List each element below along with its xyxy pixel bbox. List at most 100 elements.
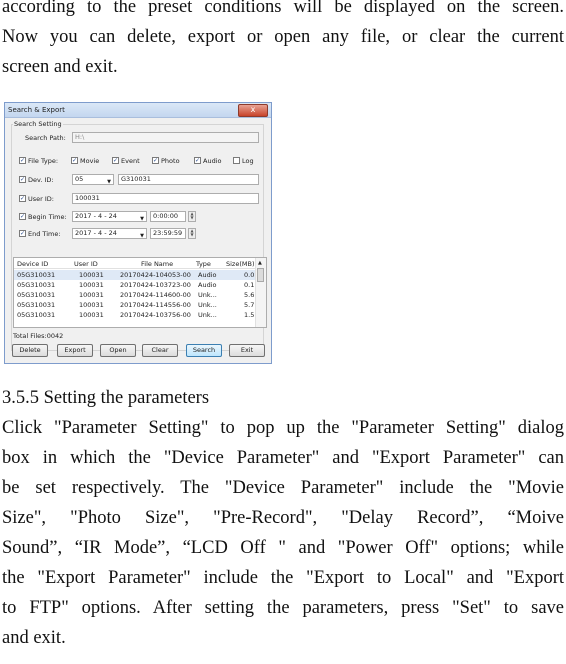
table-cell: 100031	[79, 311, 104, 319]
dev-id-field[interactable]: G310031	[118, 174, 259, 185]
event-label: Event	[121, 157, 140, 165]
table-cell: 05G310031	[17, 291, 56, 299]
event-checkbox[interactable]: ✓	[112, 157, 119, 164]
delete-button[interactable]: Delete	[12, 344, 48, 357]
file-list-table[interactable]: Device ID User ID File Name Type Size(MB…	[13, 257, 267, 328]
begin-time-label: Begin Time:	[28, 213, 67, 221]
audio-label: Audio	[203, 157, 222, 165]
column-header[interactable]: Size(MB)	[226, 260, 254, 268]
text-line: Click "Parameter Setting" to pop up the …	[2, 418, 564, 438]
close-button[interactable]: x	[238, 104, 268, 117]
text-line: according to the preset conditions will …	[2, 0, 564, 17]
begin-time-field[interactable]: 0:00:00	[150, 211, 186, 222]
text-line: and exit.	[2, 628, 66, 648]
table-cell: 20170424-114600-00	[120, 291, 191, 299]
table-row[interactable]: 05G310031 100031 20170424-104053-00 Audi…	[14, 270, 256, 280]
file-type-label: File Type:	[28, 157, 59, 165]
end-time-label: End Time:	[28, 230, 61, 238]
begin-date-value: 2017 - 4 - 24	[75, 212, 117, 220]
close-icon: x	[250, 105, 256, 114]
table-scrollbar[interactable]: ▲	[255, 258, 266, 327]
begin-time-spinner[interactable]: ▲ ▼	[188, 211, 196, 222]
chevron-down-icon: ▼	[107, 179, 111, 185]
text-line: screen and exit.	[2, 57, 118, 77]
table-cell: 05G310031	[17, 281, 56, 289]
dev-id-select-value: 05	[75, 175, 84, 183]
end-time-spinner[interactable]: ▲ ▼	[188, 228, 196, 239]
search-path-value: H:\	[75, 133, 85, 141]
dev-id-checkbox[interactable]: ✓	[19, 176, 26, 183]
user-id-value: 100031	[75, 194, 100, 202]
table-row[interactable]: 05G310031 100031 20170424-103756-00 Unk.…	[14, 310, 256, 320]
table-cell: Audio	[198, 281, 217, 289]
movie-label: Movie	[80, 157, 100, 165]
file-type-checkbox[interactable]: ✓	[19, 157, 26, 164]
total-files-label: Total Files:0042	[13, 332, 64, 340]
body-paragraph: Click "Parameter Setting" to pop up the …	[2, 413, 564, 653]
search-path-field[interactable]: H:\	[72, 132, 259, 143]
table-cell: 100031	[79, 301, 104, 309]
text-line: to FTP" options. After setting the param…	[2, 598, 564, 618]
scrollbar-thumb[interactable]	[257, 268, 264, 282]
dev-id-label: Dev. ID:	[28, 176, 54, 184]
search-button[interactable]: Search	[186, 344, 222, 357]
export-button[interactable]: Export	[57, 344, 93, 357]
table-row[interactable]: 05G310031 100031 20170424-114556-00 Unk.…	[14, 300, 256, 310]
scroll-up-icon[interactable]: ▲	[258, 260, 262, 266]
log-checkbox[interactable]	[233, 157, 240, 164]
table-cell: 0.1	[244, 281, 255, 289]
clear-button[interactable]: Clear	[142, 344, 178, 357]
user-id-field[interactable]: 100031	[72, 193, 259, 204]
text-line: box in which the "Device Parameter" and …	[2, 448, 564, 468]
dev-id-select[interactable]: 05 ▼	[72, 174, 114, 185]
begin-time-value: 0:00:00	[153, 212, 179, 220]
table-row[interactable]: 05G310031 100031 20170424-114600-00 Unk.…	[14, 290, 256, 300]
table-cell: Unk...	[198, 291, 217, 299]
end-date-picker[interactable]: 2017 - 4 - 24 ▼	[72, 228, 147, 239]
end-time-field[interactable]: 23:59:59	[150, 228, 186, 239]
table-cell: 100031	[79, 271, 104, 279]
photo-label: Photo	[161, 157, 180, 165]
table-cell: 20170424-114556-00	[120, 301, 191, 309]
photo-checkbox[interactable]: ✓	[152, 157, 159, 164]
column-header[interactable]: File Name	[141, 260, 173, 268]
column-header[interactable]: User ID	[74, 260, 98, 268]
table-cell: 100031	[79, 291, 104, 299]
chevron-down-icon: ▼	[140, 216, 144, 222]
table-cell: 100031	[79, 281, 104, 289]
section-heading: 3.5.5 Setting the parameters	[2, 388, 210, 408]
table-cell: Audio	[198, 271, 217, 279]
text-line: Sound”, “IR Mode”, “LCD Off " and "Power…	[2, 538, 564, 558]
dev-id-value: G310031	[121, 175, 151, 183]
begin-time-checkbox[interactable]: ✓	[19, 213, 26, 220]
movie-checkbox[interactable]: ✓	[71, 157, 78, 164]
begin-date-picker[interactable]: 2017 - 4 - 24 ▼	[72, 211, 147, 222]
intro-paragraph: according to the preset conditions will …	[2, 0, 564, 82]
table-cell: 5.6	[244, 291, 255, 299]
text-line: Size", "Photo Size", "Pre-Record", "Dela…	[2, 508, 564, 528]
table-header: Device ID User ID File Name Type Size(MB…	[14, 258, 256, 269]
dialog-titlebar: Search & Export x	[5, 103, 271, 118]
log-label: Log	[242, 157, 254, 165]
table-cell: Unk...	[198, 311, 217, 319]
audio-checkbox[interactable]: ✓	[194, 157, 201, 164]
text-line: the "Export Parameter" include the "Expo…	[2, 568, 564, 588]
exit-button[interactable]: Exit	[229, 344, 265, 357]
table-cell: 5.7	[244, 301, 255, 309]
column-header[interactable]: Device ID	[17, 260, 48, 268]
table-cell: Unk...	[198, 301, 217, 309]
table-cell: 05G310031	[17, 311, 56, 319]
end-date-value: 2017 - 4 - 24	[75, 229, 117, 237]
user-id-label: User ID:	[28, 195, 54, 203]
search-export-dialog: Search & Export x Search Setting Search …	[4, 102, 272, 364]
table-cell: 05G310031	[17, 301, 56, 309]
user-id-checkbox[interactable]: ✓	[19, 195, 26, 202]
column-header[interactable]: Type	[196, 260, 211, 268]
end-time-checkbox[interactable]: ✓	[19, 230, 26, 237]
table-cell: 20170424-104053-00	[120, 271, 191, 279]
table-cell: 0.0	[244, 271, 255, 279]
table-row[interactable]: 05G310031 100031 20170424-103723-00 Audi…	[14, 280, 256, 290]
text-line: Now you can delete, export or open any f…	[2, 27, 564, 47]
open-button[interactable]: Open	[100, 344, 136, 357]
search-path-label: Search Path:	[25, 134, 66, 142]
